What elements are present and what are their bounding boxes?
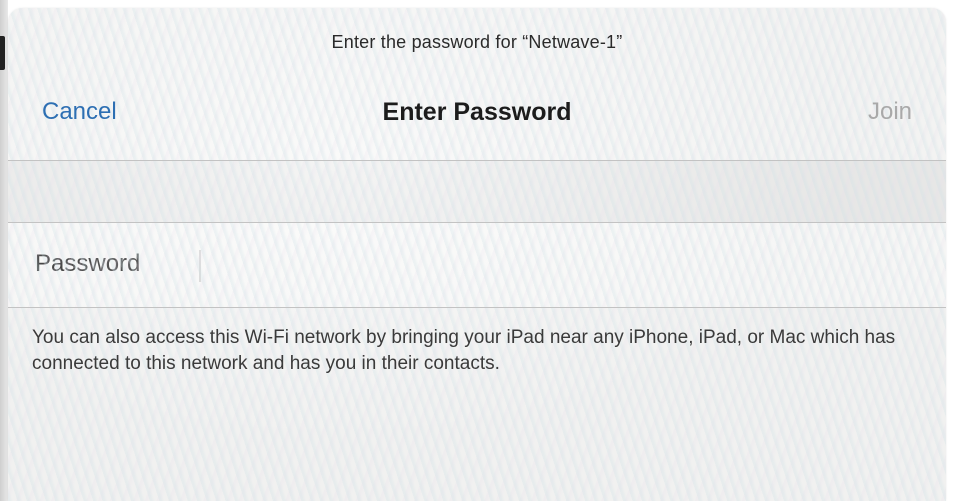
join-button[interactable]: Join xyxy=(868,98,912,126)
field-top-divider xyxy=(8,222,946,223)
section-spacer xyxy=(8,161,946,223)
navigation-bar: Cancel Enter Password Join xyxy=(8,88,946,138)
dialog-title: Enter Password xyxy=(382,98,572,126)
navbar-divider xyxy=(8,160,946,161)
password-label: Password xyxy=(35,250,141,277)
password-row[interactable]: Password xyxy=(8,223,946,307)
password-input[interactable] xyxy=(191,239,911,289)
device-bezel-edge xyxy=(0,36,5,70)
screen: Password Enter the password for “Netwave… xyxy=(0,0,954,501)
dialog-prompt: Enter the password for “Netwave-1” xyxy=(331,32,623,52)
text-cursor xyxy=(199,250,201,282)
field-bottom-divider xyxy=(8,307,946,308)
device-bezel xyxy=(0,0,8,501)
password-dialog: Password Enter the password for “Netwave… xyxy=(8,8,946,501)
wifi-sharing-note: You can also access this Wi-Fi network b… xyxy=(32,327,896,374)
